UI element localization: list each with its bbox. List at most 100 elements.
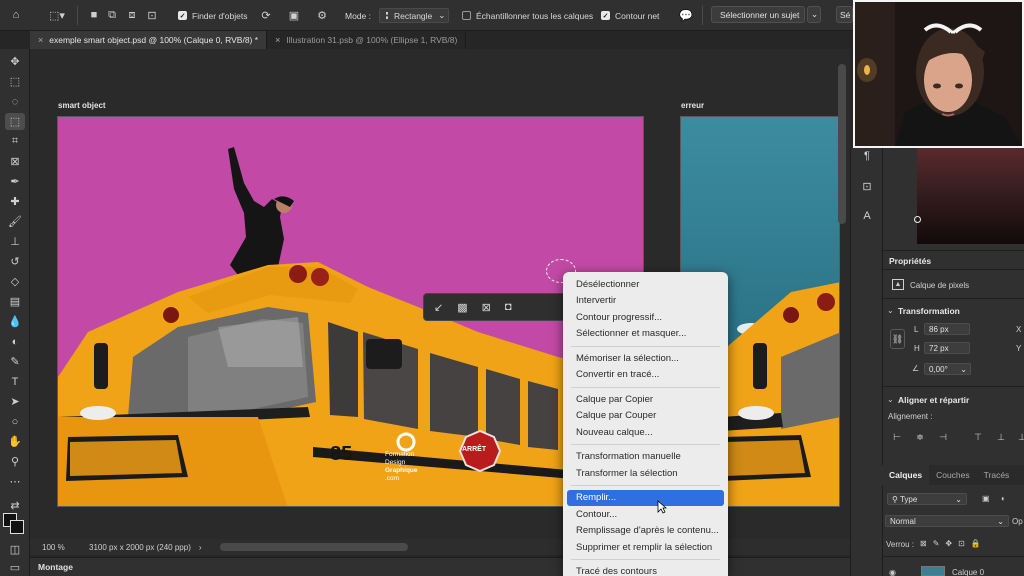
tab-layers[interactable]: Calques [882,465,930,485]
filter-pixel-icon[interactable]: ▣ [982,494,990,503]
background-color-swatch[interactable] [10,520,24,534]
show-objects-icon[interactable]: ▣ [286,7,302,23]
move-tool-icon[interactable]: ✥ [5,53,25,70]
gear-icon[interactable]: ⚙ [314,7,330,23]
marquee-tool-icon[interactable]: ⬚ [5,73,25,90]
gradient-tool-icon[interactable]: ▤ [5,293,25,310]
pen-tool-icon[interactable]: ✎ [5,353,25,370]
chevron-down-icon[interactable]: ⌄ [887,395,894,404]
intersect-selection-icon[interactable]: ⊡ [144,7,160,23]
color-picker-marker[interactable] [914,216,921,223]
select-subject-button[interactable]: Sélectionner un sujet [711,6,805,23]
select-and-mask-button[interactable]: Sé [836,6,853,23]
refresh-icon[interactable]: ⟳ [258,7,274,23]
tab-paths[interactable]: Tracés [977,465,1017,485]
new-selection-icon[interactable]: ■ [86,7,102,23]
menu-item-layer-via-copy[interactable]: Calque par Copier [567,391,724,408]
dodge-tool-icon[interactable]: ◐ [5,333,25,350]
zoom-level[interactable]: 100 % [42,543,87,552]
layer-thumbnail[interactable] [921,566,945,576]
align-center-h-icon[interactable]: ≑ [914,432,926,442]
chevron-down-icon[interactable]: ⌄ [887,306,894,315]
hard-edge-checkbox[interactable]: ✓ Contour net [601,8,659,23]
lock-icons[interactable]: ⊠✎✥⊡🔒 [920,539,987,548]
blur-tool-icon[interactable]: 💧 [5,313,25,330]
menu-item-layer-via-cut[interactable]: Calque par Couper [567,408,724,425]
lasso-tool-icon[interactable]: ◌ [5,93,25,110]
brush-settings-icon[interactable]: ¶ [859,148,875,164]
mode-dropdown[interactable]: Rectangle ⌄ [379,8,449,23]
image-panel-icon[interactable]: ⊡ [859,178,875,194]
menu-item-deselect[interactable]: Désélectionner [567,276,724,293]
width-field[interactable]: 86 px [924,323,970,335]
close-icon[interactable]: × [275,35,280,45]
hand-tool-icon[interactable]: ✋ [5,433,25,450]
subtract-selection-icon[interactable]: ⧈ [124,7,140,23]
logo-line: Graphique [385,467,418,474]
path-selection-tool-icon[interactable]: ➤ [5,393,25,410]
screen-mode-icon[interactable]: ▭ [5,559,25,576]
object-selection-tool-icon[interactable]: ⬚ [5,113,25,130]
object-finder-checkbox[interactable]: ✓ Finder d'objets [178,8,248,23]
home-icon[interactable]: ⌂ [8,7,24,23]
menu-item-free-transform[interactable]: Transformation manuelle [567,449,724,466]
align-left-icon[interactable]: ⊢ [891,432,903,442]
history-brush-tool-icon[interactable]: ↺ [5,253,25,270]
type-tool-icon[interactable]: T [5,373,25,390]
character-icon[interactable]: A [859,208,875,224]
ellipse-tool-icon[interactable]: ○ [5,413,25,430]
menu-item-delete-and-fill[interactable]: Supprimer et remplir la sélection [567,539,724,556]
chevron-right-icon[interactable]: › [199,543,202,552]
more-tools-icon[interactable]: ⋯ [5,473,25,490]
menu-item-content-aware-fill[interactable]: Remplissage d'après le contenu... [567,523,724,540]
swap-colors-icon[interactable]: ⇄ [5,497,25,514]
menu-item-select-and-mask[interactable]: Sélectionner et masquer... [567,326,724,343]
menu-item-save-selection[interactable]: Mémoriser la sélection... [567,350,724,367]
fill-icon[interactable]: ◘ [505,301,512,313]
brush-select-icon[interactable]: ↙ [434,301,443,314]
menu-item-transform-selection[interactable]: Transformer la sélection [567,465,724,482]
select-subject-dropdown[interactable]: ⌄ [807,6,821,23]
layer-filter-dropdown[interactable]: ⚲ Type ⌄ [887,493,967,505]
angle-field[interactable]: 0,00° ⌄ [924,363,971,375]
vertical-scrollbar[interactable] [838,64,846,224]
clone-stamp-tool-icon[interactable]: ⊥ [5,233,25,250]
horizontal-scrollbar[interactable] [220,543,408,551]
color-picker-field[interactable] [914,148,1024,244]
height-field[interactable]: 72 px [924,342,970,354]
zoom-tool-icon[interactable]: ⚲ [5,453,25,470]
object-selection-tool-icon[interactable]: ⬚▾ [44,7,70,23]
align-top-icon[interactable]: ⊤ [972,432,984,442]
menu-item-fill[interactable]: Remplir... [567,489,724,506]
tab-smart-object[interactable]: × exemple smart object.psd @ 100% (Calqu… [30,31,268,49]
frame-tool-icon[interactable]: ⊠ [5,153,25,170]
close-icon[interactable]: × [38,35,43,45]
mask-icon[interactable]: ▩ [457,301,467,314]
menu-item-new-layer[interactable]: Nouveau calque... [567,424,724,441]
menu-item-inverse[interactable]: Intervertir [567,293,724,310]
blend-mode-dropdown[interactable]: Normal ⌄ [885,515,1009,527]
menu-item-feather[interactable]: Contour progressif... [567,309,724,326]
tab-illustration[interactable]: × Illustration 31.psb @ 100% (Ellipse 1,… [267,31,467,49]
transform-icon[interactable]: ⊠ [482,301,491,314]
eye-icon[interactable]: ◉ [889,568,896,576]
comment-icon[interactable]: 💬 [678,7,694,23]
brush-tool-icon[interactable]: 🖌 [5,213,25,230]
link-icon[interactable]: ⛓ [890,329,905,349]
layer-name[interactable]: Calque 0 [952,568,984,576]
menu-item-stroke[interactable]: Contour... [567,506,724,523]
healing-brush-tool-icon[interactable]: ✚ [5,193,25,210]
sample-all-layers-checkbox[interactable]: Échantillonner tous les calques [462,8,593,23]
filter-adjustment-icon[interactable]: ◐ [1001,494,1006,503]
eraser-tool-icon[interactable]: ◇ [5,273,25,290]
crop-tool-icon[interactable]: ⌗ [5,133,25,150]
eyedropper-tool-icon[interactable]: ✒ [5,173,25,190]
align-bottom-icon[interactable]: ⊥ [1016,432,1024,442]
align-middle-v-icon[interactable]: ⊥ [995,432,1007,442]
add-to-selection-icon[interactable]: ⧉ [104,7,120,23]
quick-mask-icon[interactable]: ◫ [5,541,25,558]
tab-channels[interactable]: Couches [929,465,977,485]
menu-item-render-path[interactable]: Tracé des contours [567,564,724,576]
menu-item-make-work-path[interactable]: Convertir en tracé... [567,367,724,384]
align-right-icon[interactable]: ⊣ [937,432,949,442]
